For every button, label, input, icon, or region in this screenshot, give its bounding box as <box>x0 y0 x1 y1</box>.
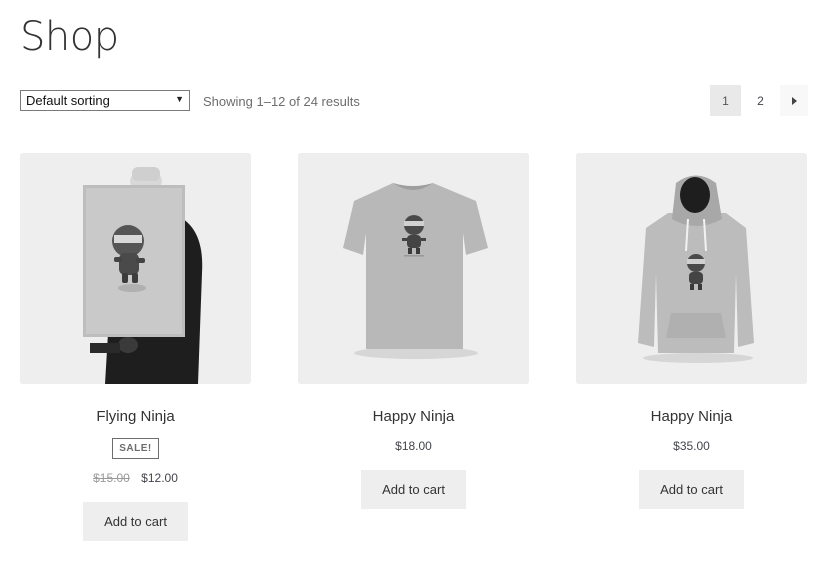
product-price: $35.00 <box>673 439 710 453</box>
add-to-cart-button[interactable]: Add to cart <box>361 470 466 509</box>
sale-price: $12.00 <box>141 471 178 485</box>
arrow-right-icon <box>791 96 797 105</box>
product-image-link[interactable] <box>20 153 251 384</box>
next-page-button[interactable] <box>780 85 808 116</box>
product-card: Flying Ninja SALE! $15.00 $12.00 Add to … <box>20 153 251 541</box>
pagination: 1 2 <box>710 85 808 116</box>
sale-badge: SALE! <box>112 438 159 459</box>
product-card: Happy Ninja $18.00 Add to cart <box>298 153 529 509</box>
result-count: Showing 1–12 of 24 results <box>203 94 360 109</box>
sorting-select[interactable]: Default sorting ▼ <box>20 90 190 111</box>
product-image-link[interactable] <box>576 153 807 384</box>
add-to-cart-button[interactable]: Add to cart <box>83 502 188 541</box>
poster-image <box>20 153 251 384</box>
page-title: Shop <box>20 14 119 60</box>
product-title[interactable]: Happy Ninja <box>576 407 807 427</box>
product-price: $18.00 <box>395 439 432 453</box>
add-to-cart-button[interactable]: Add to cart <box>639 470 744 509</box>
original-price: $15.00 <box>93 471 130 485</box>
sorting-select-value: Default sorting <box>26 93 110 108</box>
product-image-link[interactable] <box>298 153 529 384</box>
tshirt-image <box>298 153 529 384</box>
page-2-button[interactable]: 2 <box>745 85 776 116</box>
product-title[interactable]: Flying Ninja <box>20 407 251 427</box>
product-price: $15.00 $12.00 <box>20 471 251 485</box>
hoodie-image <box>576 153 807 384</box>
select-arrow-icon: ▼ <box>175 94 184 104</box>
page-1-button[interactable]: 1 <box>710 85 741 116</box>
product-title[interactable]: Happy Ninja <box>298 407 529 427</box>
product-card: Happy Ninja $35.00 Add to cart <box>576 153 807 509</box>
